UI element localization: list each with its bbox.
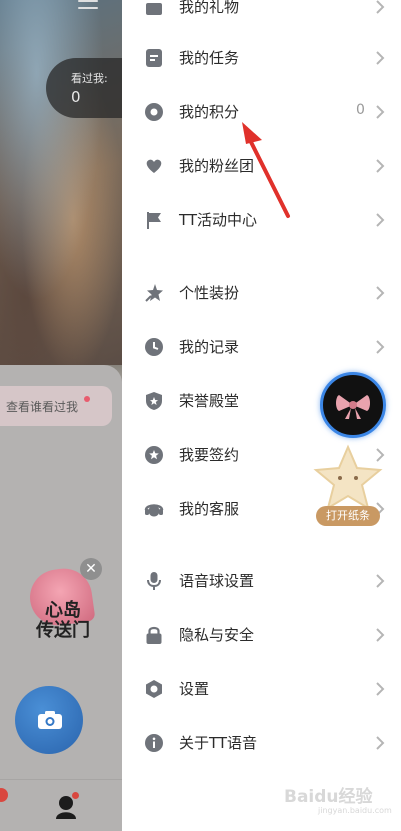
customer-service-icon: [144, 504, 164, 517]
watermark-url: jingyan.baidu.com: [318, 806, 392, 815]
menu-item-label: 设置: [179, 680, 210, 698]
tab-bar-divider: [0, 779, 122, 780]
background-photo: [0, 0, 122, 365]
chevron-right-icon: [376, 51, 385, 65]
camera-button[interactable]: [15, 686, 83, 754]
chevron-right-icon: [376, 340, 385, 354]
task-icon: [146, 49, 162, 67]
menu-item-label: 关于TT语音: [179, 734, 258, 752]
flag-icon: [147, 212, 161, 229]
bow-icon: [336, 395, 370, 419]
clock-icon: [145, 338, 163, 356]
info-icon: [145, 734, 163, 752]
chevron-right-icon: [376, 736, 385, 750]
annotation-arrow-icon: [242, 122, 290, 218]
menu-item-privacy-security[interactable]: 隐私与安全: [122, 608, 401, 662]
hamburger-menu-icon[interactable]: [78, 0, 98, 16]
menu-item-label: 我的客服: [179, 500, 240, 518]
menu-item-decoration[interactable]: 个性装扮: [122, 266, 401, 320]
fan-club-icon: [146, 159, 162, 173]
menu-item-records[interactable]: 我的记录: [122, 320, 401, 374]
menu-item-settings[interactable]: 设置: [122, 662, 401, 716]
chevron-right-icon: [376, 0, 385, 14]
floating-bow-button[interactable]: [320, 372, 386, 438]
chevron-right-icon: [376, 574, 385, 588]
menu-item-label: 语音球设置: [179, 572, 255, 590]
menu-item-label: 隐私与安全: [179, 626, 255, 644]
menu-item-label: 我的任务: [179, 49, 240, 67]
chevron-right-icon: [376, 682, 385, 696]
chevron-right-icon: [376, 628, 385, 642]
chevron-right-icon: [376, 213, 385, 227]
who-viewed-button[interactable]: 查看谁看过我: [0, 386, 112, 426]
notification-dot: [72, 792, 79, 799]
menu-item-label: 我的记录: [179, 338, 240, 356]
chevron-right-icon: [376, 286, 385, 300]
watermark-logo: Baidu经验: [284, 787, 373, 807]
chevron-right-icon: [376, 105, 385, 119]
heart-island-text: 心岛 传送门: [36, 600, 90, 641]
menu-item-voice-ball-settings[interactable]: 语音球设置: [122, 554, 401, 608]
decoration-icon: [145, 284, 163, 302]
heart-island-banner[interactable]: 心岛 传送门: [22, 564, 100, 665]
menu-item-about[interactable]: 关于TT语音: [122, 716, 401, 770]
shield-icon: [146, 392, 162, 410]
notification-dot: [84, 396, 90, 402]
menu-item-gifts[interactable]: 我的礼物: [122, 0, 401, 34]
open-note-button[interactable]: 打开纸条: [316, 506, 380, 526]
close-banner-button[interactable]: ✕: [80, 558, 102, 580]
microphone-icon: [147, 572, 161, 590]
gift-icon: [146, 3, 162, 15]
menu-item-label: 荣誉殿堂: [179, 392, 240, 410]
lock-icon: [146, 626, 162, 644]
who-viewed-label: 查看谁看过我: [6, 400, 79, 414]
menu-item-label: 个性装扮: [179, 284, 240, 302]
star-badge-icon: [145, 446, 163, 464]
menu-item-label: 我要签约: [179, 446, 240, 464]
menu-item-label: 我的礼物: [179, 0, 240, 16]
background-panel: 查看谁看过我 心岛 传送门 ✕: [0, 0, 122, 831]
points-icon: [145, 103, 163, 121]
camera-icon: [38, 711, 62, 729]
chevron-right-icon: [376, 159, 385, 173]
gear-icon: [146, 680, 162, 698]
menu-item-tasks[interactable]: 我的任务: [122, 31, 401, 85]
floating-star-icon[interactable]: [312, 444, 384, 514]
points-value: 0: [356, 102, 365, 118]
